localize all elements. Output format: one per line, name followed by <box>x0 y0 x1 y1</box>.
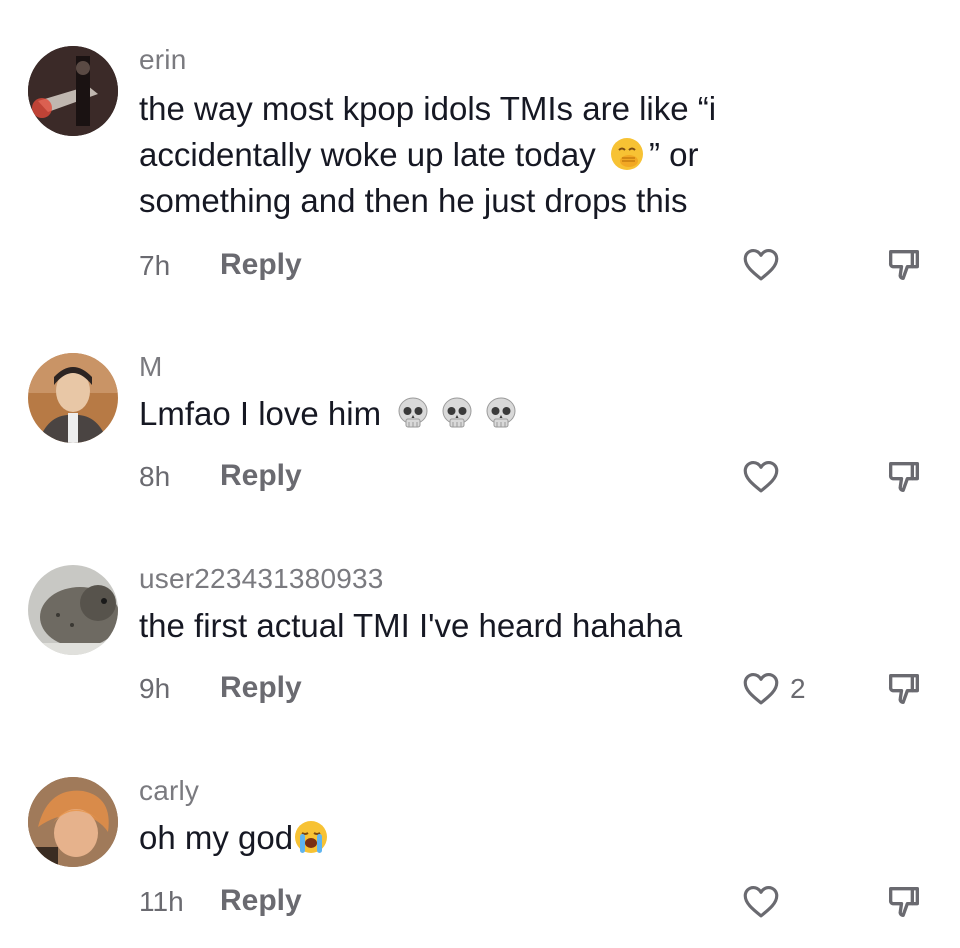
thumbs-down-icon <box>888 250 919 280</box>
dislike-button[interactable] <box>884 668 926 712</box>
comment-text: Lmfao I love him <box>139 391 839 437</box>
comment-username[interactable]: M <box>139 351 163 383</box>
heart-icon <box>743 248 779 281</box>
heart-icon <box>743 885 779 918</box>
comment-text-part: Lmfao I love him <box>139 395 382 432</box>
reply-button[interactable]: Reply <box>220 884 302 918</box>
comment-text: the first actual TMI I've heard hahaha <box>139 607 683 644</box>
dislike-button[interactable] <box>884 244 926 288</box>
comment-text-part: oh my god <box>139 819 294 856</box>
like-button[interactable] <box>740 455 784 499</box>
thumbs-down-icon <box>888 674 919 704</box>
skull-emoji <box>439 395 475 431</box>
avatar[interactable] <box>28 565 118 655</box>
dislike-button[interactable] <box>884 456 926 500</box>
comment-username[interactable]: carly <box>139 775 199 807</box>
reply-button[interactable]: Reply <box>220 248 302 282</box>
thumbs-down-icon <box>888 462 919 492</box>
comment-text: oh my god <box>139 815 839 861</box>
heart-icon <box>743 672 779 705</box>
avatar[interactable] <box>28 777 118 867</box>
comment-username[interactable]: erin <box>139 44 187 76</box>
heart-icon <box>743 460 779 493</box>
hand-over-mouth-emoji <box>609 136 645 172</box>
thumbs-down-icon <box>888 887 919 917</box>
avatar[interactable] <box>28 46 118 136</box>
comment-time: 8h <box>139 461 171 492</box>
like-button[interactable] <box>740 667 784 711</box>
dislike-button[interactable] <box>884 881 926 925</box>
skull-emoji <box>395 395 431 431</box>
comment-time: 11h <box>139 886 184 917</box>
reply-button[interactable]: Reply <box>220 459 302 493</box>
loudly-crying-emoji <box>293 819 329 855</box>
comment-time: 7h <box>139 250 171 281</box>
avatar[interactable] <box>28 353 118 443</box>
reply-button[interactable]: Reply <box>220 671 302 705</box>
like-button[interactable] <box>740 243 784 287</box>
comment-username[interactable]: user223431380933 <box>139 563 384 595</box>
comment-time: 9h <box>139 673 171 704</box>
skull-emoji <box>483 395 519 431</box>
comment-text: the way most kpop idols TMIs are like “i… <box>139 86 839 224</box>
like-count: 2 <box>790 673 806 704</box>
like-button[interactable] <box>740 880 784 924</box>
